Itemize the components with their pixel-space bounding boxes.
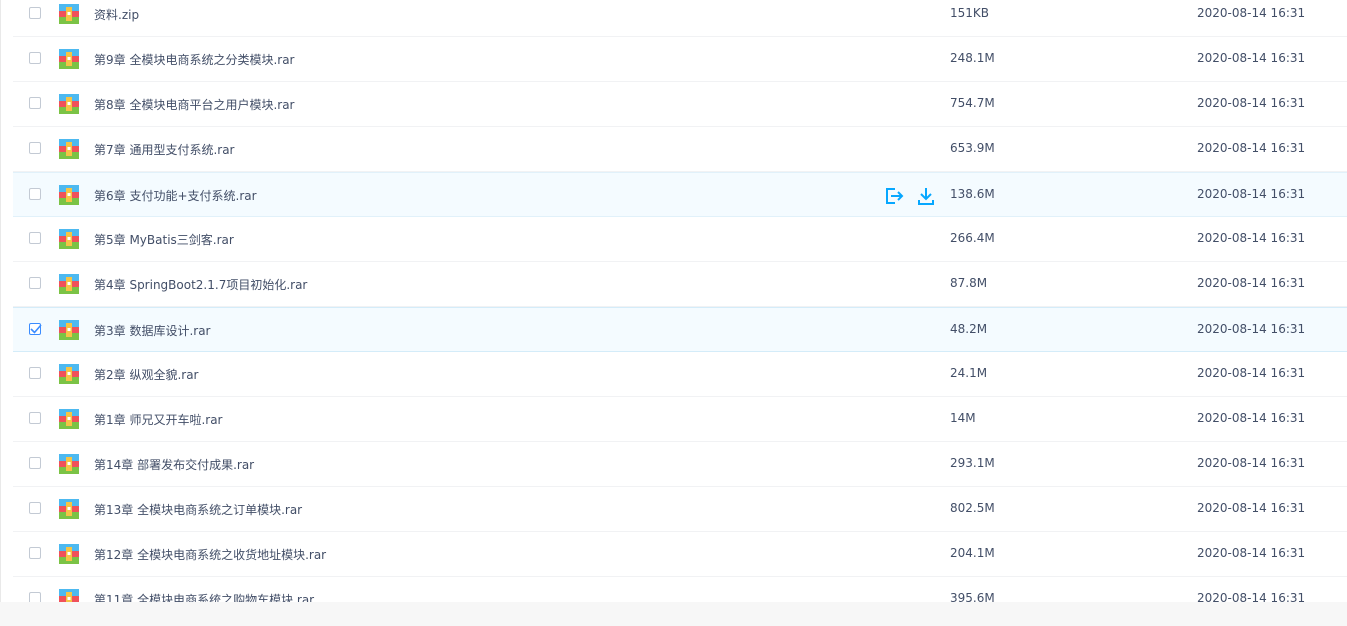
file-row[interactable]: 第14章 部署发布交付成果.rar 293.1M 2020-08-14 16:3… [13, 442, 1347, 487]
file-list: 资料.zip 151KB 2020-08-14 16:31 第9章 全模块电商系… [1, 0, 1347, 602]
file-row[interactable]: 第13章 全模块电商系统之订单模块.rar 802.5M 2020-08-14 … [13, 487, 1347, 532]
file-name[interactable]: 第4章 SpringBoot2.1.7项目初始化.rar [94, 276, 307, 293]
archive-file-icon [59, 185, 79, 205]
row-checkbox[interactable] [29, 277, 41, 289]
file-modified-date: 2020-08-14 16:31 [1197, 322, 1306, 336]
archive-file-icon [59, 409, 79, 429]
archive-file-icon [59, 364, 79, 384]
file-row[interactable]: 第2章 纵观全貌.rar 24.1M 2020-08-14 16:31 [13, 352, 1347, 397]
file-size: 754.7M [950, 96, 995, 110]
file-modified-date: 2020-08-14 16:31 [1197, 187, 1306, 201]
file-modified-date: 2020-08-14 16:31 [1197, 51, 1306, 65]
file-size: 266.4M [950, 231, 995, 245]
file-modified-date: 2020-08-14 16:31 [1197, 456, 1306, 470]
file-modified-date: 2020-08-14 16:31 [1197, 141, 1306, 155]
archive-file-icon [59, 454, 79, 474]
file-row[interactable]: 第4章 SpringBoot2.1.7项目初始化.rar 87.8M 2020-… [13, 262, 1347, 307]
file-row[interactable]: 资料.zip 151KB 2020-08-14 16:31 [13, 0, 1347, 37]
file-name[interactable]: 第1章 师兄又开车啦.rar [94, 411, 223, 428]
file-name[interactable]: 第5章 MyBatis三剑客.rar [94, 231, 234, 248]
file-size: 24.1M [950, 366, 988, 380]
file-size: 48.2M [950, 322, 988, 336]
file-modified-date: 2020-08-14 16:31 [1197, 96, 1306, 110]
file-name[interactable]: 第8章 全模块电商平台之用户模块.rar [94, 96, 295, 113]
file-name[interactable]: 资料.zip [94, 6, 139, 23]
archive-file-icon [59, 274, 79, 294]
file-row[interactable]: 第3章 数据库设计.rar 48.2M 2020-08-14 16:31 [13, 307, 1347, 352]
file-size: 653.9M [950, 141, 995, 155]
file-name[interactable]: 第9章 全模块电商系统之分类模块.rar [94, 51, 295, 68]
file-size: 293.1M [950, 456, 995, 470]
file-size: 204.1M [950, 546, 995, 560]
archive-file-icon [59, 544, 79, 564]
file-size: 151KB [950, 6, 990, 20]
file-name[interactable]: 第3章 数据库设计.rar [94, 322, 211, 339]
file-row[interactable]: 第1章 师兄又开车啦.rar 14M 2020-08-14 16:31 [13, 397, 1347, 442]
file-modified-date: 2020-08-14 16:31 [1197, 366, 1306, 380]
check-icon [30, 324, 42, 334]
file-size: 802.5M [950, 501, 995, 515]
archive-file-icon [59, 49, 79, 69]
file-name[interactable]: 第2章 纵观全貌.rar [94, 366, 199, 383]
row-checkbox[interactable] [29, 547, 41, 559]
file-row[interactable]: 第11章 全模块电商系统之购物车模块.rar 395.6M 2020-08-14… [13, 577, 1347, 602]
row-checkbox[interactable] [29, 412, 41, 424]
row-checkbox[interactable] [29, 367, 41, 379]
archive-file-icon [59, 229, 79, 249]
file-size: 248.1M [950, 51, 995, 65]
row-checkbox[interactable] [29, 592, 41, 602]
file-row[interactable]: 第8章 全模块电商平台之用户模块.rar 754.7M 2020-08-14 1… [13, 82, 1347, 127]
row-checkbox[interactable] [29, 323, 42, 335]
row-checkbox[interactable] [29, 457, 41, 469]
file-name[interactable]: 第11章 全模块电商系统之购物车模块.rar [94, 591, 314, 602]
file-modified-date: 2020-08-14 16:31 [1197, 501, 1306, 515]
file-row[interactable]: 第9章 全模块电商系统之分类模块.rar 248.1M 2020-08-14 1… [13, 37, 1347, 82]
file-size: 395.6M [950, 591, 995, 602]
file-name[interactable]: 第12章 全模块电商系统之收货地址模块.rar [94, 546, 326, 563]
file-size: 138.6M [950, 187, 995, 201]
file-modified-date: 2020-08-14 16:31 [1197, 231, 1306, 245]
file-row[interactable]: 第6章 支付功能+支付系统.rar 138.6M 2020-08-14 16:3… [13, 172, 1347, 217]
row-checkbox[interactable] [29, 52, 41, 64]
file-name[interactable]: 第6章 支付功能+支付系统.rar [94, 187, 257, 204]
file-row[interactable]: 第7章 通用型支付系统.rar 653.9M 2020-08-14 16:31 [13, 127, 1347, 172]
archive-file-icon [59, 94, 79, 114]
share-icon[interactable] [883, 185, 905, 207]
archive-file-icon [59, 139, 79, 159]
file-modified-date: 2020-08-14 16:31 [1197, 546, 1306, 560]
file-modified-date: 2020-08-14 16:31 [1197, 276, 1306, 290]
archive-file-icon [59, 4, 79, 24]
row-checkbox[interactable] [29, 97, 41, 109]
file-row[interactable]: 第5章 MyBatis三剑客.rar 266.4M 2020-08-14 16:… [13, 217, 1347, 262]
file-modified-date: 2020-08-14 16:31 [1197, 6, 1306, 20]
archive-file-icon [59, 589, 79, 602]
row-checkbox[interactable] [29, 142, 41, 154]
download-icon[interactable] [915, 185, 937, 207]
file-modified-date: 2020-08-14 16:31 [1197, 411, 1306, 425]
row-checkbox[interactable] [29, 502, 41, 514]
file-row[interactable]: 第12章 全模块电商系统之收货地址模块.rar 204.1M 2020-08-1… [13, 532, 1347, 577]
file-name[interactable]: 第13章 全模块电商系统之订单模块.rar [94, 501, 302, 518]
file-name[interactable]: 第7章 通用型支付系统.rar [94, 141, 235, 158]
file-list-panel: 资料.zip 151KB 2020-08-14 16:31 第9章 全模块电商系… [0, 0, 1347, 602]
file-modified-date: 2020-08-14 16:31 [1197, 591, 1306, 602]
file-size: 87.8M [950, 276, 988, 290]
archive-file-icon [59, 320, 79, 340]
file-size: 14M [950, 411, 976, 425]
row-checkbox[interactable] [29, 7, 41, 19]
row-checkbox[interactable] [29, 232, 41, 244]
file-name[interactable]: 第14章 部署发布交付成果.rar [94, 456, 254, 473]
archive-file-icon [59, 499, 79, 519]
row-checkbox[interactable] [29, 188, 41, 200]
